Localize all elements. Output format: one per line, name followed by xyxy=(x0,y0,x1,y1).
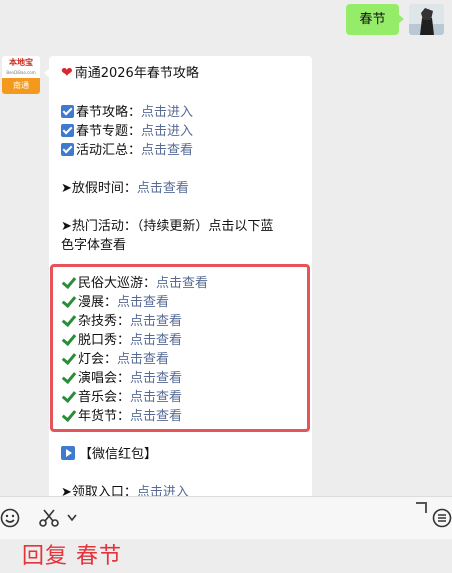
check-icon xyxy=(61,352,75,364)
checkbox-icon xyxy=(61,143,74,156)
expand-corner-icon[interactable] xyxy=(414,501,428,515)
activity-label: 灯会： xyxy=(78,352,118,367)
link-action[interactable]: 点击进入 xyxy=(141,124,193,139)
avatar-logo: 本地宝 BenDiBao.com xyxy=(2,56,40,78)
input-toolbar xyxy=(0,496,452,539)
activity-item: 灯会：点击查看 xyxy=(61,350,169,369)
link-line: 活动汇总：点击查看 xyxy=(61,141,193,160)
check-icon xyxy=(61,371,75,383)
user-avatar[interactable] xyxy=(409,4,444,35)
claim-link[interactable]: 点击进入 xyxy=(137,485,189,496)
activity-item: 民俗大巡游：点击查看 xyxy=(61,274,208,293)
activity-item: 漫展：点击查看 xyxy=(61,293,169,312)
activity-link[interactable]: 点击查看 xyxy=(130,371,182,386)
link-line: 春节攻略：点击进入 xyxy=(61,103,193,122)
hot-activities-line2: 色字体查看 xyxy=(61,238,127,253)
link-action[interactable]: 点击查看 xyxy=(141,143,193,158)
activity-link[interactable]: 点击查看 xyxy=(130,314,182,329)
message-title-line: ❤ 南通2026年春节攻略 xyxy=(61,64,199,83)
avatar-brand-sub: BenDiBao.com xyxy=(6,70,36,75)
avatar-brand-text: 本地宝 xyxy=(9,58,33,67)
message-title: 南通2026年春节攻略 xyxy=(74,66,199,81)
check-icon xyxy=(61,276,75,288)
hongbao-line: 【微信红包】 xyxy=(61,445,157,464)
official-account-avatar[interactable]: 本地宝 BenDiBao.com 南通 xyxy=(2,56,40,94)
chat-area: 春节 本地宝 BenDiBao.com 南通 ❤ 南通2026年春节攻略 春节攻略… xyxy=(0,0,452,496)
emoji-icon[interactable] xyxy=(0,508,20,528)
activity-link[interactable]: 点击查看 xyxy=(117,352,169,367)
activity-label: 杂技秀： xyxy=(78,314,131,329)
activity-label: 民俗大巡游： xyxy=(78,276,157,291)
holiday-line: ➤放假时间：点击查看 xyxy=(61,179,189,198)
activity-item: 年货节：点击查看 xyxy=(61,407,182,426)
chevron-down-icon[interactable] xyxy=(67,514,77,522)
activity-link[interactable]: 点击查看 xyxy=(130,390,182,405)
check-icon xyxy=(61,314,75,326)
claim-line: ➤领取入口：点击进入 xyxy=(61,483,189,496)
incoming-message-bubble: ❤ 南通2026年春节攻略 春节攻略：点击进入 春节专题：点击进入 活动汇总：点击… xyxy=(44,56,312,496)
activity-link[interactable]: 点击查看 xyxy=(130,409,182,424)
avatar-city: 南通 xyxy=(2,78,40,94)
play-icon xyxy=(61,446,75,460)
activity-label: 脱口秀： xyxy=(78,333,131,348)
link-action[interactable]: 点击进入 xyxy=(141,105,193,120)
heart-icon: ❤ xyxy=(61,65,73,81)
holiday-label: ➤放假时间： xyxy=(61,181,137,196)
activity-label: 演唱会： xyxy=(78,371,131,386)
activity-item: 脱口秀：点击查看 xyxy=(61,331,182,350)
activity-item: 杂技秀：点击查看 xyxy=(61,312,182,331)
hongbao-text: 【微信红包】 xyxy=(79,447,158,462)
link-label: 活动汇总： xyxy=(76,143,142,158)
checkbox-icon xyxy=(61,124,74,137)
activity-item: 演唱会：点击查看 xyxy=(61,369,182,388)
activity-label: 漫展： xyxy=(78,295,118,310)
reply-caption: 回复 春节 xyxy=(22,544,122,569)
outgoing-message-bubble[interactable]: 春节 xyxy=(346,4,404,35)
link-line: 春节专题：点击进入 xyxy=(61,122,193,141)
check-icon xyxy=(61,409,75,421)
check-icon xyxy=(61,333,75,345)
scissors-icon[interactable] xyxy=(38,508,60,528)
menu-icon[interactable] xyxy=(432,508,452,528)
link-label: 春节攻略： xyxy=(76,105,142,120)
checkbox-icon xyxy=(61,105,74,118)
holiday-link[interactable]: 点击查看 xyxy=(137,181,189,196)
activity-link[interactable]: 点击查看 xyxy=(130,333,182,348)
check-icon xyxy=(61,295,75,307)
activity-label: 年货节： xyxy=(78,409,131,424)
activity-label: 音乐会： xyxy=(78,390,131,405)
check-icon xyxy=(61,390,75,402)
link-label: 春节专题： xyxy=(76,124,142,139)
user-avatar-image xyxy=(409,4,444,35)
outgoing-message-text: 春节 xyxy=(359,12,386,27)
activity-link[interactable]: 点击查看 xyxy=(156,276,208,291)
activity-item: 音乐会：点击查看 xyxy=(61,388,182,407)
hot-activities-line1: ➤热门活动：（持续更新）点击以下蓝 xyxy=(61,219,274,234)
claim-label: ➤领取入口： xyxy=(61,485,137,496)
activity-link[interactable]: 点击查看 xyxy=(117,295,169,310)
